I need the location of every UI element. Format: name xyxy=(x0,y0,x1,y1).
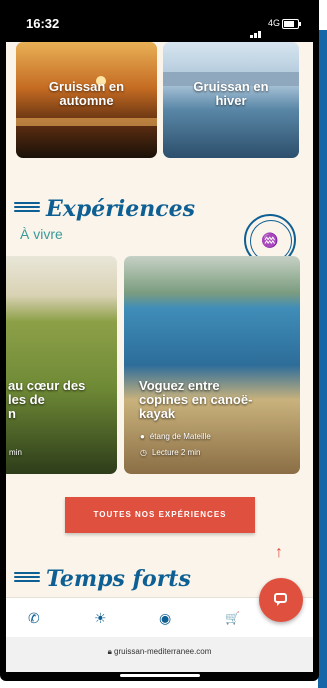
card-title-line2: les de xyxy=(8,392,45,407)
card-title-line1: au cœur des xyxy=(8,378,86,393)
waves-icon xyxy=(14,572,40,586)
status-bar: 16:32 4G xyxy=(0,0,319,42)
card-gruissan-winter[interactable]: Gruissan en hiver xyxy=(163,42,299,158)
water-decoration xyxy=(16,118,157,126)
card-location-text: étang de Mateille xyxy=(149,432,211,441)
card-experience-canoe[interactable]: Voguez entre copines en canoë- kayak ● ét… xyxy=(124,256,300,474)
webcam-icon[interactable]: ◉ xyxy=(159,610,171,626)
card-title-line1: Gruissan en xyxy=(193,79,269,94)
url-text: 🔒︎ gruissan-mediterranee.com xyxy=(107,647,212,656)
signal-icon xyxy=(250,20,262,38)
waves-icon xyxy=(14,202,40,216)
chat-bubble-icon xyxy=(274,593,287,606)
card-location: ● étang de Mateille xyxy=(140,432,211,441)
card-title-line2: automne xyxy=(59,93,114,108)
card-experience-vineyard[interactable]: au cœur des les de n min xyxy=(6,256,117,474)
location-pin-icon: ● xyxy=(140,432,145,441)
home-indicator[interactable] xyxy=(120,674,200,677)
card-title-line2: copines en canoë- xyxy=(139,392,253,407)
card-title-line2: hiver xyxy=(215,93,247,108)
status-time: 16:32 xyxy=(26,16,60,31)
card-title-line3: n xyxy=(8,406,16,421)
card-title-line1: Voguez entre xyxy=(139,378,220,393)
clock-icon: ◷ xyxy=(140,448,147,457)
card-reading-time: ◷ Lecture 2 min xyxy=(140,448,200,457)
battery-icon xyxy=(282,19,301,29)
card-reading-time: min xyxy=(9,448,22,457)
card-title-line1: Gruissan en xyxy=(48,79,125,94)
network-label: 4G xyxy=(268,18,281,28)
cart-icon[interactable]: 🛒 xyxy=(225,610,240,626)
phone-icon[interactable]: ✆ xyxy=(28,610,40,626)
all-experiences-button[interactable]: TOUTES NOS EXPÉRIENCES xyxy=(65,497,255,533)
card-reading-time-text: Lecture 2 min xyxy=(151,448,201,457)
section-heading-experiences: Expériences xyxy=(46,196,195,222)
card-gruissan-autumn[interactable]: Gruissan en automne xyxy=(16,42,157,158)
browser-url-bar[interactable]: 🔒︎ gruissan-mediterranee.com xyxy=(6,637,313,672)
section-subheading: À vivre xyxy=(20,226,63,242)
background-edge xyxy=(318,30,327,688)
scroll-top-arrow-icon[interactable]: ↑ xyxy=(275,545,283,561)
section-heading-temps-forts: Temps forts xyxy=(46,566,191,592)
sun-icon[interactable]: ☀ xyxy=(94,610,107,626)
card-title-line3: kayak xyxy=(139,406,176,421)
chat-button[interactable] xyxy=(259,578,303,622)
